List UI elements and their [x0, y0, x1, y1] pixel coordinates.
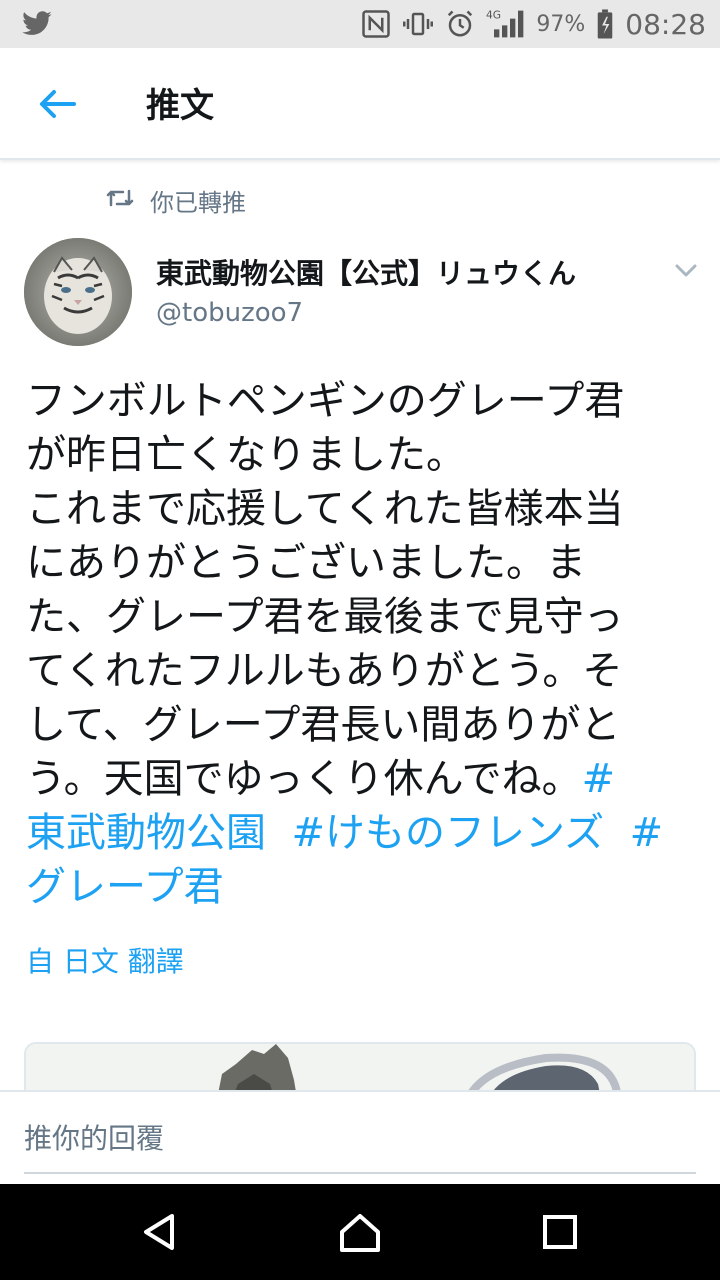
arrow-left-icon[interactable]: [30, 84, 82, 124]
svg-text:4G: 4G: [486, 9, 501, 22]
tweet-line: これまで応援してくれた皆様本当: [26, 486, 624, 532]
tweet-line: して、グレープ君長い間ありがと: [26, 702, 621, 748]
author-name[interactable]: 東武動物公園【公式】リュウくん: [156, 252, 576, 292]
tweet-line: た、グレープ君を最後まで見守っ: [26, 594, 624, 640]
hashtag-link[interactable]: #けものフレンズ: [291, 810, 604, 856]
navigation-bar: [0, 1184, 720, 1280]
hashtag-link[interactable]: #: [582, 756, 616, 802]
retweet-label: 你已轉推: [150, 188, 246, 217]
author-handle[interactable]: @tobuzoo7: [156, 298, 303, 328]
signal-icon: 4G: [486, 8, 526, 40]
chevron-down-icon[interactable]: [670, 256, 702, 284]
recent-apps-icon[interactable]: [536, 1208, 584, 1256]
hashtag-link[interactable]: #: [630, 810, 664, 856]
hashtag-link[interactable]: グレープ君: [26, 864, 224, 910]
vibrate-icon: [402, 8, 434, 40]
translate-link[interactable]: 自 日文 翻譯: [26, 940, 184, 980]
app-header: 推文: [0, 48, 720, 160]
tweet-line: フンボルトペンギンのグレープ君: [26, 378, 625, 424]
tweet-text: フンボルトペンギンのグレープ君 が昨日亡くなりました。 これまで応援してくれた皆…: [26, 374, 698, 914]
tweet-line: が昨日亡くなりました。: [26, 432, 466, 478]
reply-input[interactable]: [24, 1112, 696, 1174]
page-title: 推文: [146, 86, 214, 126]
battery-percent: 97%: [536, 11, 586, 37]
status-bar: 4G 97% 08:28: [0, 0, 720, 48]
twitter-icon: [20, 8, 54, 40]
home-nav-icon[interactable]: [336, 1208, 384, 1256]
tweet-line: 東武動物公園 #けものフレンズ #: [26, 806, 698, 860]
avatar[interactable]: [24, 238, 132, 346]
tweet-line: グレープ君: [26, 860, 698, 914]
tweet-line: にありがとうございました。ま: [26, 540, 586, 586]
hashtag-link[interactable]: 東武動物公園: [26, 810, 266, 856]
tweet-line: う。天国でゆっくり休んでね。#: [26, 756, 616, 802]
battery-icon: [595, 8, 615, 40]
tweet-line: てくれたフルルもありがとう。そ: [26, 648, 623, 694]
retweet-indicator: 你已轉推: [106, 180, 246, 220]
clock: 08:28: [625, 7, 706, 41]
alarm-icon: [444, 8, 476, 40]
retweet-icon: [106, 187, 134, 213]
back-nav-icon[interactable]: [136, 1208, 184, 1256]
nfc-icon: [360, 8, 392, 40]
reply-bar: [0, 1090, 720, 1184]
